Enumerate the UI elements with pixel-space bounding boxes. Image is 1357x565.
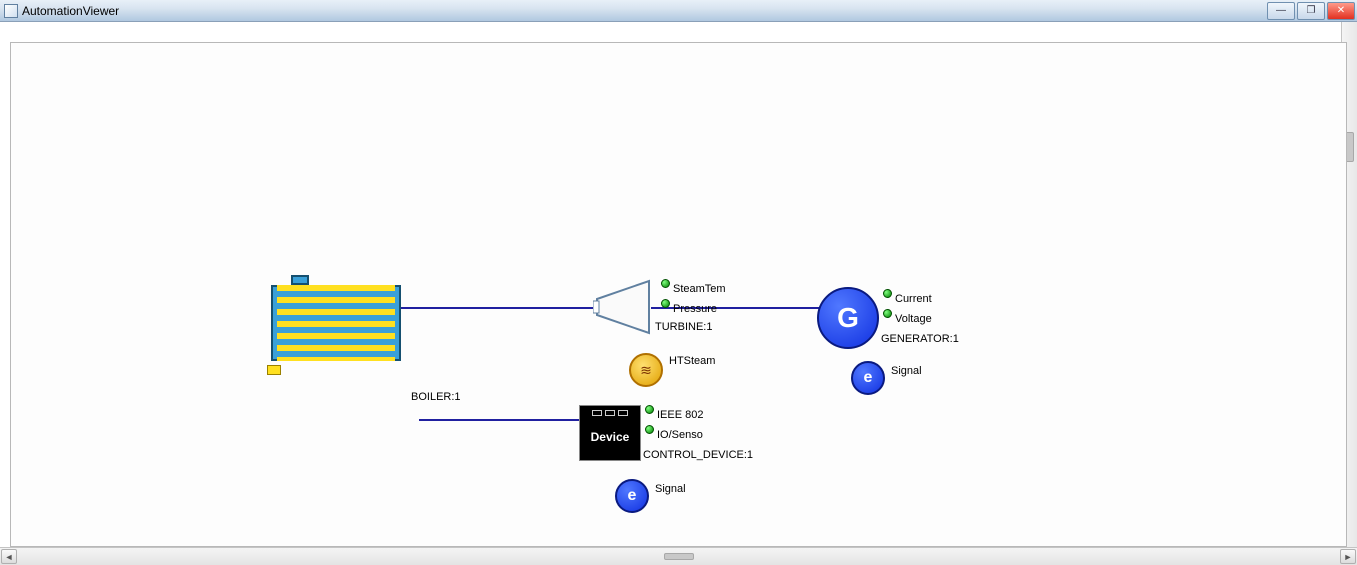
window-controls: ― ❐ ✕ [1265,2,1355,20]
turbine-port-steamtem[interactable] [661,279,670,288]
workspace: BOILER:1 SteamTem Pressure TURBINE:1 ≋ H… [10,42,1347,547]
horizontal-scroll-thumb[interactable] [664,553,694,560]
htsteam-node[interactable]: ≋ [629,353,663,387]
htsteam-label: HTSteam [669,355,715,367]
generator-label: GENERATOR:1 [881,333,959,345]
boiler-label: BOILER:1 [411,391,461,403]
signal-control-node[interactable]: e [615,479,649,513]
control-device-box-text: Device [591,430,630,444]
wire-to-control [419,419,579,421]
control-port-io[interactable] [645,425,654,434]
control-port-io-label: IO/Senso [657,429,703,441]
window-title: AutomationViewer [22,4,119,18]
control-device-label: CONTROL_DEVICE:1 [643,449,753,461]
turbine-port-pressure-label: Pressure [673,303,717,315]
turbine-label: TURBINE:1 [655,321,712,333]
maximize-button[interactable]: ❐ [1297,2,1325,20]
control-port-ieee[interactable] [645,405,654,414]
minimize-button[interactable]: ― [1267,2,1295,20]
control-port-ieee-label: IEEE 802 [657,409,703,421]
generator-port-voltage-label: Voltage [895,313,932,325]
turbine-port-pressure[interactable] [661,299,670,308]
control-device-node[interactable]: Device [579,405,641,461]
turbine-node[interactable] [593,279,653,329]
horizontal-scrollbar[interactable]: ◄ ► [0,547,1357,565]
boiler-node[interactable] [271,275,401,371]
turbine-port-steamtem-label: SteamTem [673,283,726,295]
hscroll-left-button[interactable]: ◄ [1,549,17,564]
wire-boiler-turbine [401,307,597,309]
diagram-canvas[interactable]: BOILER:1 SteamTem Pressure TURBINE:1 ≋ H… [11,43,1346,546]
signal-generator-node[interactable]: e [851,361,885,395]
generator-port-voltage[interactable] [883,309,892,318]
generator-port-current[interactable] [883,289,892,298]
app-icon [4,4,18,18]
title-bar: AutomationViewer ― ❐ ✕ [0,0,1357,22]
signal-control-label: Signal [655,483,686,495]
generator-node[interactable]: G [817,287,879,349]
hscroll-right-button[interactable]: ► [1340,549,1356,564]
signal-generator-label: Signal [891,365,922,377]
generator-port-current-label: Current [895,293,932,305]
close-button[interactable]: ✕ [1327,2,1355,20]
